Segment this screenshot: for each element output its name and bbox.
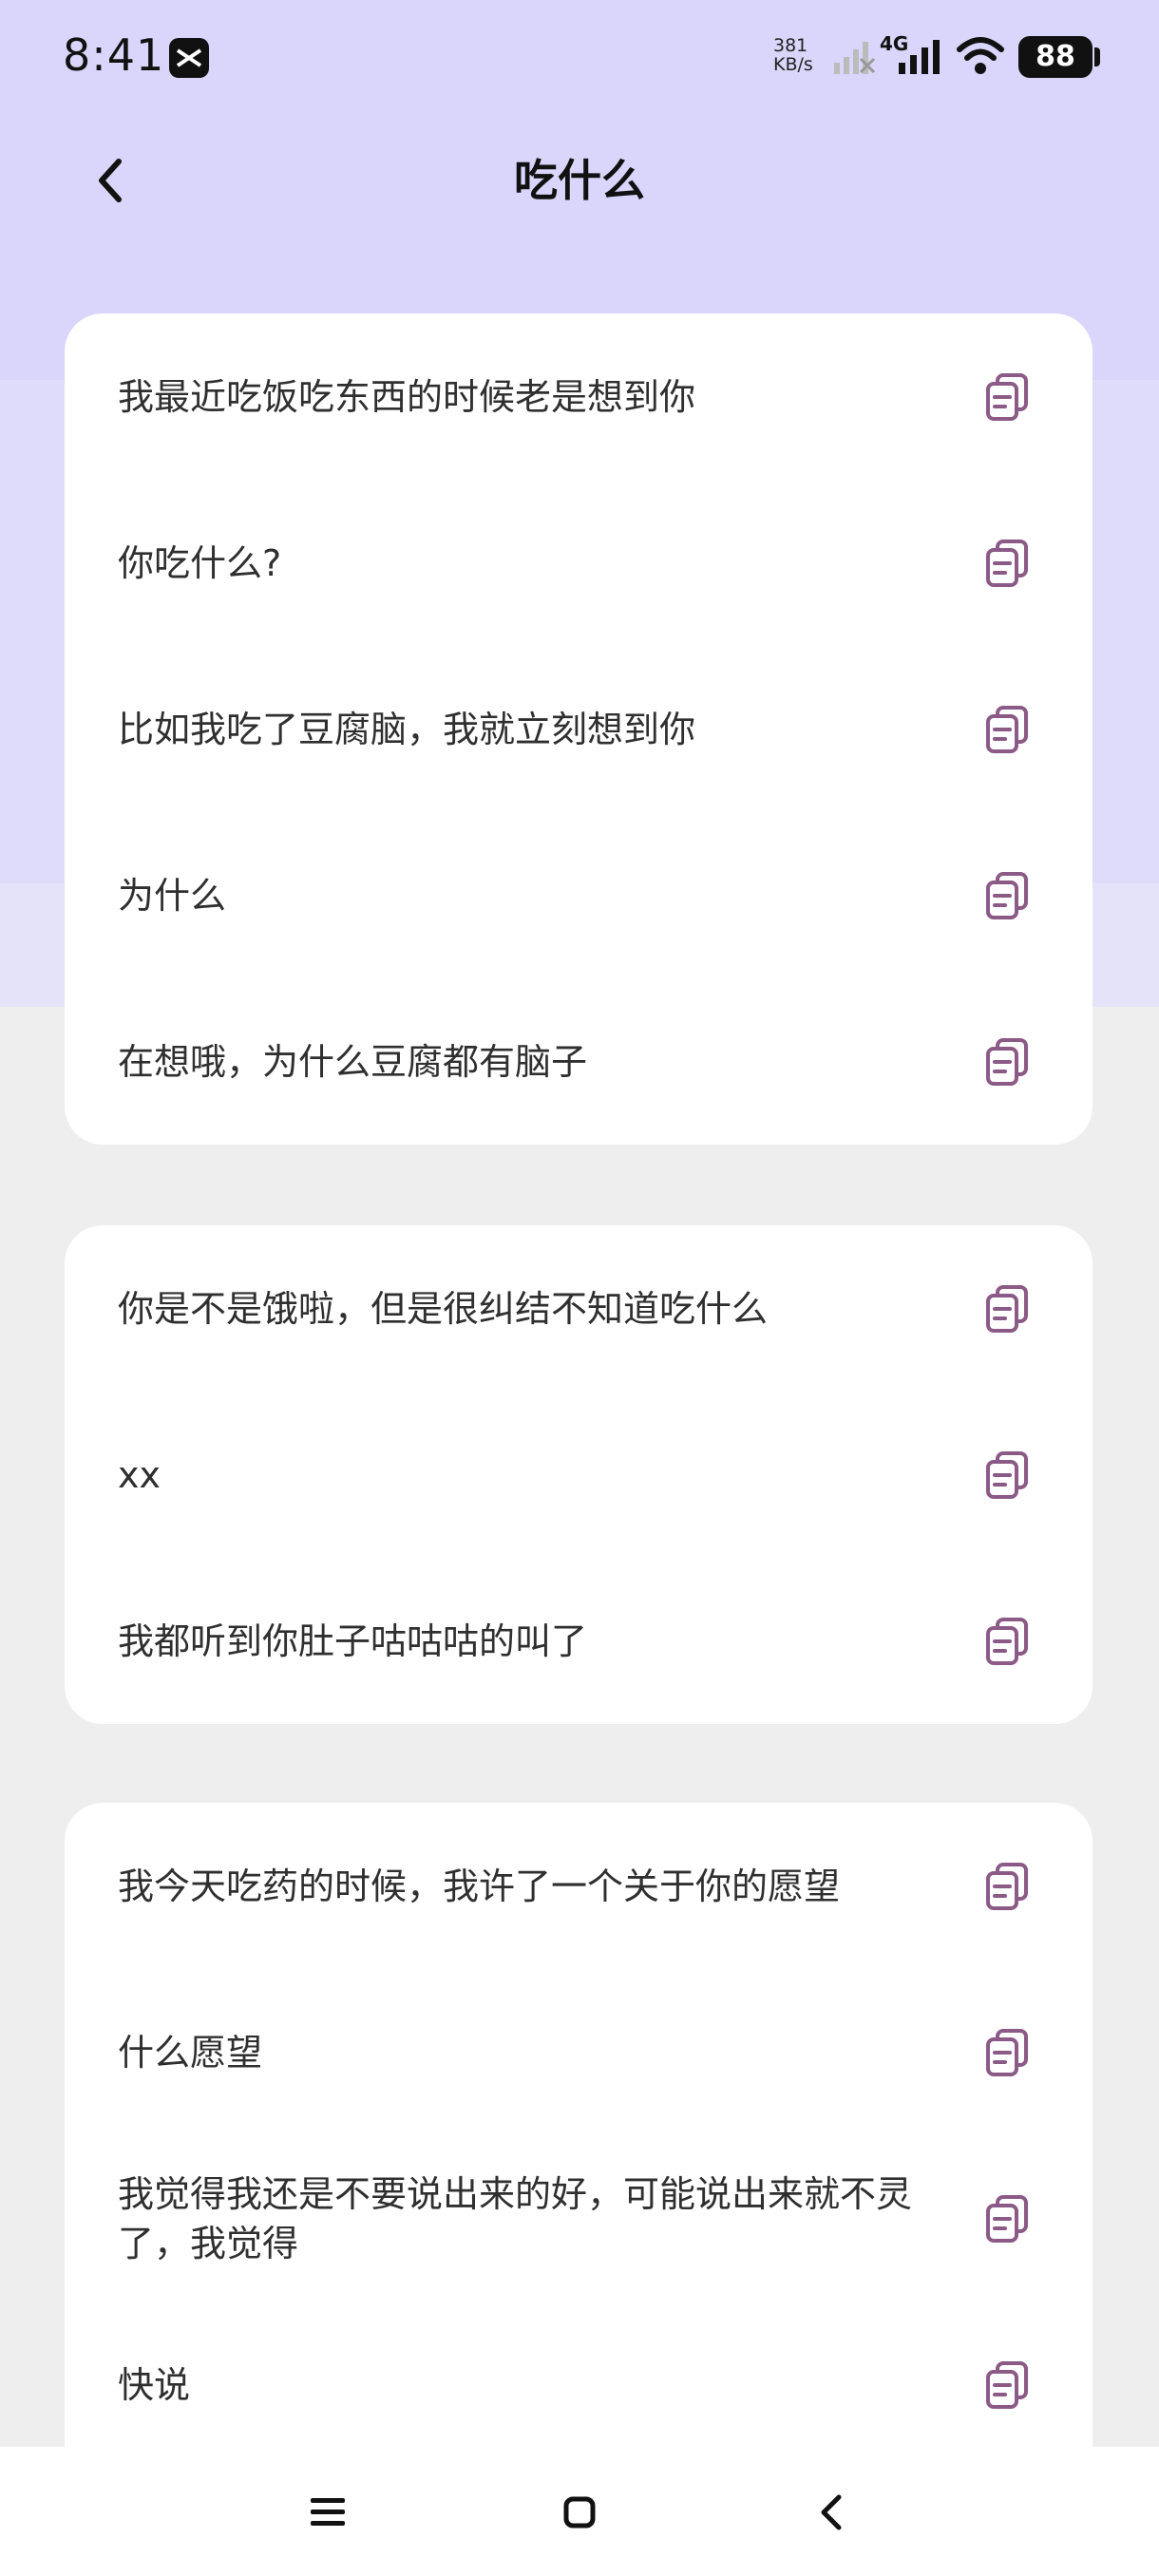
list-item[interactable]: 你吃什么? [65, 480, 1092, 646]
copy-icon [986, 1450, 1028, 1499]
net-speed-value: 381 [773, 35, 808, 56]
nav-back-icon [821, 2494, 842, 2530]
copy-button[interactable] [980, 1449, 1034, 1502]
battery-tip [1094, 47, 1100, 66]
list-item[interactable]: 我觉得我还是不要说出来的好，可能说出来就不灵了，我觉得 [65, 2135, 1092, 2301]
list-item[interactable]: 我最近吃饭吃东西的时候老是想到你 [65, 313, 1092, 480]
copy-button[interactable] [980, 1615, 1034, 1668]
home-icon [563, 2496, 596, 2529]
back-arrow-icon [99, 159, 122, 202]
copy-icon [986, 705, 1028, 753]
phrase-text: 我都听到你肚子咕咕咕的叫了 [118, 1619, 588, 1662]
copy-icon [986, 372, 1028, 421]
phrase-card-1: 我最近吃饭吃东西的时候老是想到你 你吃什么? 比如我吃了豆腐脑，我就立刻想到你 … [65, 313, 1092, 1145]
list-item[interactable]: 在想哦，为什么豆腐都有脑子 [65, 978, 1092, 1145]
list-item[interactable]: 为什么 [65, 812, 1092, 978]
copy-icon [986, 1284, 1028, 1333]
list-item[interactable]: 比如我吃了豆腐脑，我就立刻想到你 [65, 646, 1092, 812]
nav-home-button[interactable] [537, 2470, 622, 2555]
copy-button[interactable] [980, 537, 1034, 590]
phrase-card-2: 你是不是饿啦，但是很纠结不知道吃什么 xx 我都听到你肚子咕咕咕的叫了 [65, 1225, 1092, 1724]
copy-icon [986, 2360, 1028, 2409]
status-bar: 8:41 381 KB/s 4G 88 [0, 0, 1159, 114]
battery-indicator: 88 [1018, 36, 1092, 78]
copy-icon [986, 1862, 1028, 1910]
capcut-icon [169, 38, 209, 78]
phrase-text: 比如我吃了豆腐脑，我就立刻想到你 [118, 708, 696, 750]
system-nav-bar [0, 2447, 1159, 2576]
copy-icon [986, 1037, 1028, 1086]
phrase-text: 为什么 [118, 874, 227, 917]
phrase-text: 我今天吃药的时候，我许了一个关于你的愿望 [118, 1865, 841, 1907]
wifi-icon [956, 34, 1005, 80]
net-speed-unit: KB/s [773, 54, 813, 75]
phrase-text: xx [118, 1453, 161, 1496]
copy-icon [986, 871, 1028, 919]
copy-icon [986, 2194, 1028, 2243]
phrase-text: 我觉得我还是不要说出来的好，可能说出来就不灵了，我觉得 [118, 2172, 913, 2264]
list-item[interactable]: 什么愿望 [65, 1969, 1092, 2135]
copy-button[interactable] [980, 2192, 1034, 2245]
list-item[interactable]: 我都听到你肚子咕咕咕的叫了 [65, 1558, 1092, 1724]
list-item[interactable]: 我今天吃药的时候，我许了一个关于你的愿望 [65, 1803, 1092, 1969]
signal-icon [895, 38, 944, 80]
copy-button[interactable] [980, 1282, 1034, 1335]
phrase-card-3: 我今天吃药的时候，我许了一个关于你的愿望 什么愿望 我觉得我还是不要说出来的好，… [65, 1803, 1092, 2487]
copy-button[interactable] [980, 2358, 1034, 2412]
nav-back-button[interactable] [788, 2470, 874, 2555]
list-item[interactable]: xx [65, 1392, 1092, 1558]
copy-button[interactable] [980, 2026, 1034, 2079]
copy-icon [986, 2028, 1028, 2076]
page-title: 吃什么 [514, 155, 645, 206]
copy-button[interactable] [980, 1035, 1034, 1089]
list-item[interactable]: 快说 [65, 2301, 1092, 2468]
list-item[interactable]: 你是不是饿啦，但是很纠结不知道吃什么 [65, 1225, 1092, 1392]
phrase-text: 你吃什么? [118, 541, 282, 584]
status-time: 8:41 [63, 29, 165, 81]
copy-button[interactable] [980, 869, 1034, 922]
menu-icon [311, 2498, 345, 2526]
phrase-text: 你是不是饿啦，但是很纠结不知道吃什么 [118, 1287, 769, 1330]
phrase-text: 快说 [118, 2363, 191, 2406]
net-speed: 381 KB/s [773, 36, 813, 74]
copy-button[interactable] [980, 1860, 1034, 1913]
copy-button[interactable] [980, 703, 1034, 756]
copy-button[interactable] [980, 370, 1034, 424]
phrase-text: 什么愿望 [118, 2031, 263, 2074]
signal-secondary-icon [832, 38, 876, 80]
copy-icon [986, 539, 1028, 587]
phrase-text: 在想哦，为什么豆腐都有脑子 [118, 1040, 588, 1083]
phrase-text: 我最近吃饭吃东西的时候老是想到你 [118, 375, 696, 418]
nav-menu-button[interactable] [285, 2470, 370, 2555]
copy-icon [986, 1617, 1028, 1665]
back-button[interactable] [80, 142, 141, 218]
